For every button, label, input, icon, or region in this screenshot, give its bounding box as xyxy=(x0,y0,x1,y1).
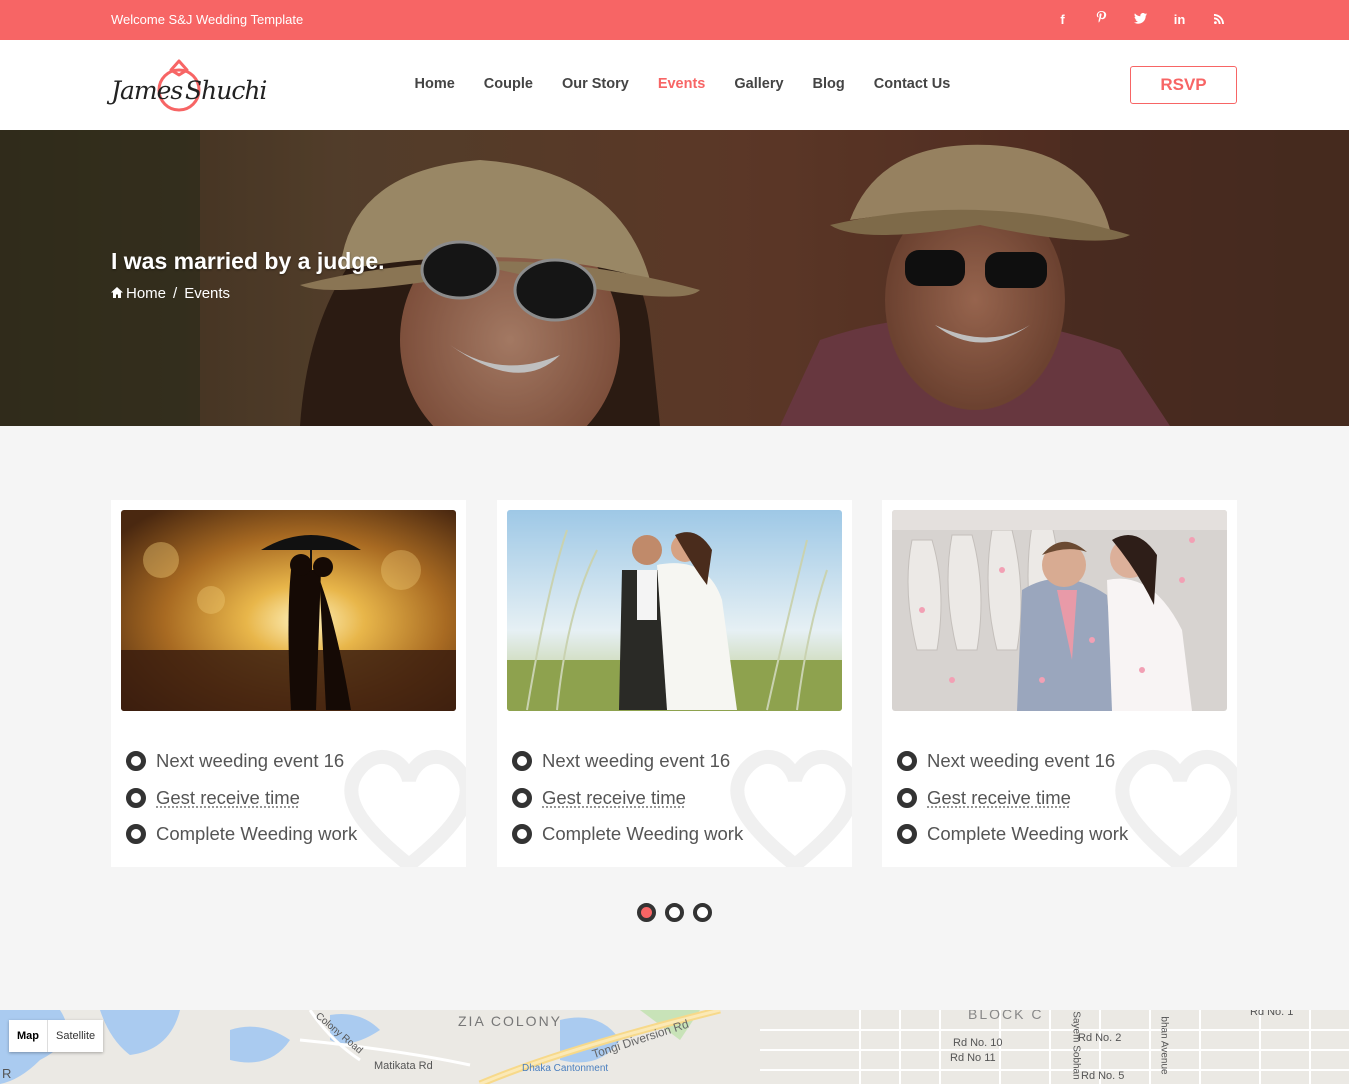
slider-dot-3[interactable] xyxy=(693,903,712,922)
list-item: Complete Weeding work xyxy=(897,816,1128,853)
map-label: Rd No. 2 xyxy=(1078,1032,1122,1044)
circle-bullet-icon xyxy=(512,751,532,772)
top-bar: Welcome S&J Wedding Template f in xyxy=(0,0,1349,40)
map-label: Matikata Rd xyxy=(374,1060,433,1072)
event-photo-petals-couple xyxy=(892,510,1227,711)
logo-name-2: Shuchi xyxy=(185,76,267,105)
heart-watermark-icon xyxy=(344,749,466,867)
rss-icon[interactable] xyxy=(1199,10,1238,30)
twitter-icon[interactable] xyxy=(1121,10,1160,30)
list-item[interactable]: Gest receive time xyxy=(897,780,1128,817)
map-label: Rd No. 5 xyxy=(1081,1070,1125,1082)
location-map[interactable]: Map Satellite ZIA COLONY Tongi Diversion… xyxy=(0,1010,1349,1084)
slider-dot-1[interactable] xyxy=(637,903,656,922)
site-header: James Shuchi Home Couple Our Story Event… xyxy=(0,40,1349,130)
event-photo-sunset-couple xyxy=(121,510,456,711)
breadcrumb: Home / Events xyxy=(111,285,230,302)
facebook-icon[interactable]: f xyxy=(1043,10,1082,30)
circle-bullet-icon xyxy=(126,751,146,772)
nav-blog[interactable]: Blog xyxy=(798,76,859,92)
list-item: Next weeding event 16 xyxy=(512,743,743,780)
logo-name-1: James xyxy=(111,76,183,105)
circle-bullet-icon xyxy=(512,824,532,845)
page-title: I was married by a judge. xyxy=(111,248,385,274)
map-type-toggle: Map Satellite xyxy=(9,1020,104,1052)
event-list: Next weeding event 16 Gest receive time … xyxy=(897,743,1128,853)
event-card: Next weeding event 16 Gest receive time … xyxy=(497,500,852,867)
circle-bullet-icon xyxy=(512,787,532,808)
social-links: f in xyxy=(1043,10,1238,30)
site-logo[interactable]: James Shuchi xyxy=(111,54,267,116)
map-label: bhan Avenue xyxy=(1158,1016,1170,1075)
slider-dot-2[interactable] xyxy=(665,903,684,922)
list-item: Next weeding event 16 xyxy=(126,743,357,780)
map-tab-map[interactable]: Map xyxy=(9,1020,48,1052)
breadcrumb-current: Events xyxy=(184,285,231,302)
nav-home[interactable]: Home xyxy=(400,76,469,92)
circle-bullet-icon xyxy=(897,751,917,772)
circle-bullet-icon xyxy=(897,787,917,808)
nav-contact-us[interactable]: Contact Us xyxy=(859,76,965,92)
heart-watermark-icon xyxy=(1115,749,1237,867)
list-item: Complete Weeding work xyxy=(512,816,743,853)
main-nav: Home Couple Our Story Events Gallery Blo… xyxy=(400,76,965,92)
list-item: Complete Weeding work xyxy=(126,816,357,853)
rsvp-button[interactable]: RSVP xyxy=(1130,66,1237,104)
map-label: Rd No. 1 xyxy=(1250,1010,1294,1018)
nav-our-story[interactable]: Our Story xyxy=(547,76,643,92)
map-label: R xyxy=(2,1066,12,1081)
map-label: BLOCK C xyxy=(968,1010,1044,1022)
map-label: Dhaka Cantonment xyxy=(522,1063,609,1074)
event-list: Next weeding event 16 Gest receive time … xyxy=(126,743,357,853)
map-label: ZIA COLONY xyxy=(458,1013,563,1029)
breadcrumb-home[interactable]: Home xyxy=(126,285,166,302)
nav-couple[interactable]: Couple xyxy=(469,76,547,92)
event-photo-field-couple xyxy=(507,510,842,711)
list-item: Next weeding event 16 xyxy=(897,743,1128,780)
event-card: Next weeding event 16 Gest receive time … xyxy=(882,500,1237,867)
welcome-text: Welcome S&J Wedding Template xyxy=(111,12,304,27)
circle-bullet-icon xyxy=(126,787,146,808)
list-item[interactable]: Gest receive time xyxy=(512,780,743,817)
pinterest-icon[interactable] xyxy=(1082,10,1121,30)
nav-gallery[interactable]: Gallery xyxy=(720,76,798,92)
breadcrumb-separator: / xyxy=(173,285,178,302)
circle-bullet-icon xyxy=(126,824,146,845)
map-label: Rd No 11 xyxy=(950,1052,996,1064)
hero-couple-photo xyxy=(0,130,1349,426)
list-item[interactable]: Gest receive time xyxy=(126,780,357,817)
slider-pagination xyxy=(637,903,712,922)
map-tab-satellite[interactable]: Satellite xyxy=(48,1020,103,1052)
event-card: Next weeding event 16 Gest receive time … xyxy=(111,500,466,867)
home-icon xyxy=(111,285,123,302)
nav-events[interactable]: Events xyxy=(643,76,720,92)
linkedin-icon[interactable]: in xyxy=(1160,10,1199,30)
event-list: Next weeding event 16 Gest receive time … xyxy=(512,743,743,853)
heart-watermark-icon xyxy=(730,749,852,867)
map-label: Sayem Sobhan xyxy=(1070,1011,1082,1080)
page-hero: I was married by a judge. Home / Events xyxy=(0,130,1349,426)
circle-bullet-icon xyxy=(897,824,917,845)
map-label: Rd No. 10 xyxy=(953,1037,1003,1049)
